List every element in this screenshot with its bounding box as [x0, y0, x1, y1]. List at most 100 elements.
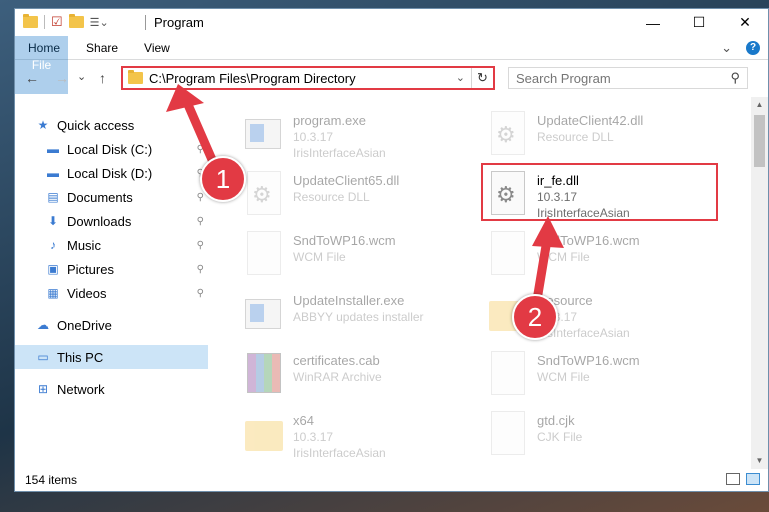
customize-toolbar-icon[interactable]: ☰⌄: [90, 16, 109, 29]
document-icon: [489, 231, 529, 277]
file-detail: IrisInterfaceAsian: [293, 146, 386, 160]
sidebar-item-documents[interactable]: ▤ Documents ⚲: [15, 185, 208, 209]
drive-icon: ▬: [47, 166, 59, 180]
file-detail: CJK File: [537, 430, 583, 444]
file-detail: WCM File: [537, 250, 590, 264]
item-count: 154 items: [25, 473, 78, 487]
drive-icon: ▬: [47, 142, 59, 156]
address-path: C:\Program Files\Program Directory: [149, 70, 356, 86]
file-detail: IrisInterfaceAsian: [293, 446, 386, 460]
file-item[interactable]: SndToWP16.wcm WCM File: [483, 345, 718, 403]
up-icon[interactable]: ↑: [99, 70, 106, 86]
file-item[interactable]: UpdateInstaller.exe ABBYY updates install…: [239, 285, 474, 343]
file-name: UpdateInstaller.exe: [293, 293, 405, 308]
address-dropdown-icon[interactable]: ⌄: [456, 71, 465, 84]
search-box[interactable]: ⚲: [508, 67, 748, 89]
file-item[interactable]: UpdateClient65.dll Resource DLL: [239, 165, 474, 223]
folder-icon: [23, 14, 38, 28]
navigation-bar: ← → ⌄ ↑ C:\Program Files\Program Directo…: [15, 60, 768, 96]
sidebar-item-label: This PC: [57, 349, 104, 365]
folder-icon: [128, 70, 143, 84]
title-bar: ☑ ☰⌄ Program — ☐ ✕: [15, 9, 768, 36]
sidebar-item-music[interactable]: ♪ Music ⚲: [15, 233, 208, 257]
step-1-badge: 1: [200, 156, 246, 202]
sidebar-item-this-pc[interactable]: ▭ This PC: [15, 345, 208, 369]
forward-icon[interactable]: →: [55, 70, 69, 86]
sidebar-item-label: Music: [67, 237, 101, 253]
large-icons-view-icon[interactable]: [746, 473, 760, 485]
scroll-up-icon[interactable]: ▲: [751, 97, 768, 113]
scrollbar-thumb[interactable]: [754, 115, 765, 167]
file-item[interactable]: SndToWP16.wcm WCM File: [483, 225, 718, 283]
sidebar-item-videos[interactable]: ▦ Videos ⚲: [15, 281, 208, 305]
file-item[interactable]: SndToWP16.wcm WCM File: [239, 225, 474, 283]
expand-ribbon-icon[interactable]: ⌄: [721, 40, 732, 56]
document-icon: [489, 351, 529, 397]
sidebar-item-local-disk-c[interactable]: ▬ Local Disk (C:) ⚲: [15, 137, 208, 161]
folder-icon: [245, 411, 285, 457]
status-bar: 154 items: [15, 469, 768, 491]
pictures-icon: ▣: [47, 262, 59, 276]
help-icon[interactable]: ?: [746, 40, 760, 55]
file-item[interactable]: UpdateClient42.dll Resource DLL: [483, 105, 718, 163]
archive-icon: [245, 351, 285, 397]
file-name: SndToWP16.wcm: [537, 233, 640, 248]
tab-share[interactable]: Share: [73, 36, 131, 59]
sidebar-item-local-disk-d[interactable]: ▬Local Disk (D:)⚲: [15, 161, 208, 185]
file-detail: WinRAR Archive: [293, 370, 382, 384]
details-view-icon[interactable]: [726, 473, 740, 485]
pin-icon[interactable]: ⚲: [197, 216, 204, 227]
scroll-down-icon[interactable]: ▼: [751, 453, 768, 469]
pin-icon[interactable]: ⚲: [197, 192, 204, 203]
step-2-badge: 2: [512, 294, 558, 340]
maximize-button[interactable]: ☐: [676, 9, 722, 36]
file-detail: Resource DLL: [537, 130, 614, 144]
back-icon[interactable]: ←: [25, 70, 39, 86]
application-icon: [245, 111, 285, 157]
refresh-icon[interactable]: ↻: [471, 68, 493, 88]
pin-icon[interactable]: ⚲: [197, 240, 204, 251]
new-folder-icon[interactable]: [68, 14, 84, 28]
file-name: SndToWP16.wcm: [537, 353, 640, 368]
star-icon: ★: [37, 118, 49, 132]
file-detail: 10.3.17: [293, 130, 334, 144]
document-icon: [489, 411, 529, 457]
properties-icon[interactable]: ☑: [51, 14, 63, 30]
window-title: Program: [154, 15, 204, 30]
sidebar-item-network[interactable]: ⊞ Network: [15, 377, 208, 401]
cloud-icon: ☁: [37, 318, 49, 332]
sidebar-item-label: OneDrive: [57, 317, 112, 333]
pin-icon[interactable]: ⚲: [197, 288, 204, 299]
file-name: UpdateClient42.dll: [537, 113, 644, 128]
sidebar-item-downloads[interactable]: ⬇ Downloads ⚲: [15, 209, 208, 233]
vertical-scrollbar[interactable]: ▲ ▼: [751, 97, 768, 469]
sidebar-item-quick-access[interactable]: ★ Quick access: [15, 113, 208, 137]
address-bar[interactable]: C:\Program Files\Program Directory ⌄ ↻: [121, 66, 495, 90]
file-detail: ABBYY updates installer: [293, 310, 424, 324]
sidebar-item-pictures[interactable]: ▣ Pictures ⚲: [15, 257, 208, 281]
sidebar-item-onedrive[interactable]: ☁ OneDrive: [15, 313, 208, 337]
file-name: UpdateClient65.dll: [293, 173, 400, 188]
close-button[interactable]: ✕: [722, 9, 768, 36]
minimize-button[interactable]: —: [630, 9, 676, 36]
sidebar-item-label: Documents: [67, 189, 133, 205]
recent-locations-icon[interactable]: ⌄: [77, 70, 86, 83]
downloads-icon: ⬇: [47, 214, 59, 228]
search-input[interactable]: [516, 70, 716, 86]
tab-view[interactable]: View: [131, 36, 183, 59]
file-item[interactable]: gtd.cjk CJK File: [483, 405, 718, 463]
document-icon: [245, 231, 285, 277]
file-item[interactable]: program.exe 10.3.17 IrisInterfaceAsian: [239, 105, 474, 163]
documents-icon: ▤: [47, 190, 59, 204]
quick-access-toolbar: ☑ ☰⌄: [23, 14, 109, 30]
file-item[interactable]: certificates.cab WinRAR Archive: [239, 345, 474, 403]
sidebar-item-label: Videos: [67, 285, 107, 301]
file-name: program.exe: [293, 113, 366, 128]
dll-file-icon: [245, 171, 285, 217]
pin-icon[interactable]: ⚲: [197, 264, 204, 275]
pin-icon[interactable]: ⚲: [197, 144, 204, 155]
file-name: certificates.cab: [293, 353, 380, 368]
music-icon: ♪: [50, 238, 56, 252]
computer-icon: ▭: [37, 350, 49, 364]
file-item[interactable]: x64 10.3.17 IrisInterfaceAsian: [239, 405, 474, 463]
